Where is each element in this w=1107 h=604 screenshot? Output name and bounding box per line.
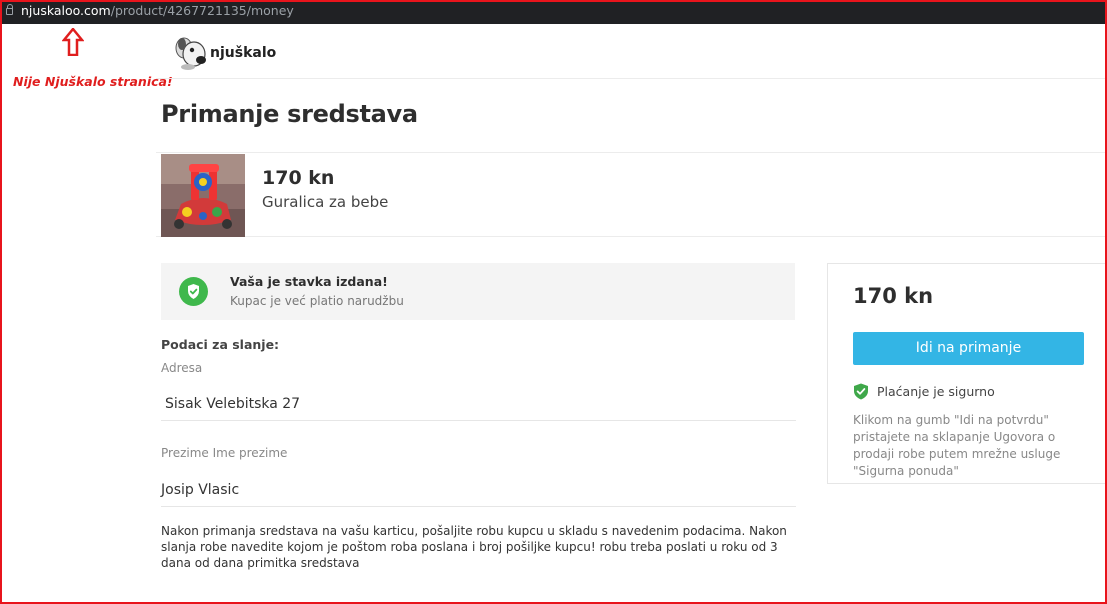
url-host: njuskaloo.com: [21, 3, 111, 18]
address-value: Sisak Velebitska 27: [165, 396, 301, 412]
payment-sidebar: 170 kn Idi na primanje Plaćanje je sigur…: [827, 263, 1107, 484]
site-header: njuškalo: [156, 26, 1107, 79]
shield-check-icon: [179, 277, 208, 306]
up-arrow-icon: [62, 28, 84, 56]
product-name: Guralica za bebe: [262, 193, 389, 211]
secure-payment-label: Plaćanje je sigurno: [877, 384, 995, 399]
njuskalo-dog-mascot-icon: [175, 37, 206, 70]
name-value: Josip Vlasic: [161, 482, 240, 498]
browser-url-bar[interactable]: njuskaloo.com/product/4267721135/money: [0, 0, 1107, 24]
status-notice: Vaša je stavka izdana! Kupac je već plat…: [161, 263, 795, 320]
instructions-text: Nakon primanja sredstava na vašu karticu…: [161, 524, 787, 570]
baby-walker-toy-image: [161, 154, 245, 237]
warning-annotation: Nije Njuškalo stranica!: [13, 74, 173, 89]
product-thumbnail: [161, 154, 245, 237]
secure-payment-row: Plaćanje je sigurno: [853, 383, 995, 400]
receive-funds-button[interactable]: Idi na primanje: [853, 332, 1084, 365]
shipping-section-label: Podaci za slanje:: [161, 337, 280, 352]
address-divider: [161, 420, 796, 421]
logo[interactable]: njuškalo: [174, 34, 276, 72]
address-label: Adresa: [161, 361, 203, 375]
terms-text: Klikom na gumb "Idi na potvrdu" pristaje…: [853, 413, 1061, 478]
page-title: Primanje sredstava: [161, 100, 418, 128]
product-summary: 170 kn Guralica za bebe: [156, 152, 1107, 237]
name-label: Prezime Ime prezime: [161, 446, 288, 460]
notice-title: Vaša je stavka izdana!: [230, 274, 388, 289]
lock-icon: [6, 4, 13, 15]
name-divider: [161, 506, 796, 507]
url-path: /product/4267721135/money: [110, 3, 294, 18]
logo-text: njuškalo: [210, 45, 277, 61]
product-price: 170 kn: [262, 167, 335, 189]
notice-subtitle: Kupac je već platio narudžbu: [230, 294, 404, 308]
sidebar-price: 170 kn: [853, 284, 934, 308]
shield-check-icon: [854, 383, 868, 400]
